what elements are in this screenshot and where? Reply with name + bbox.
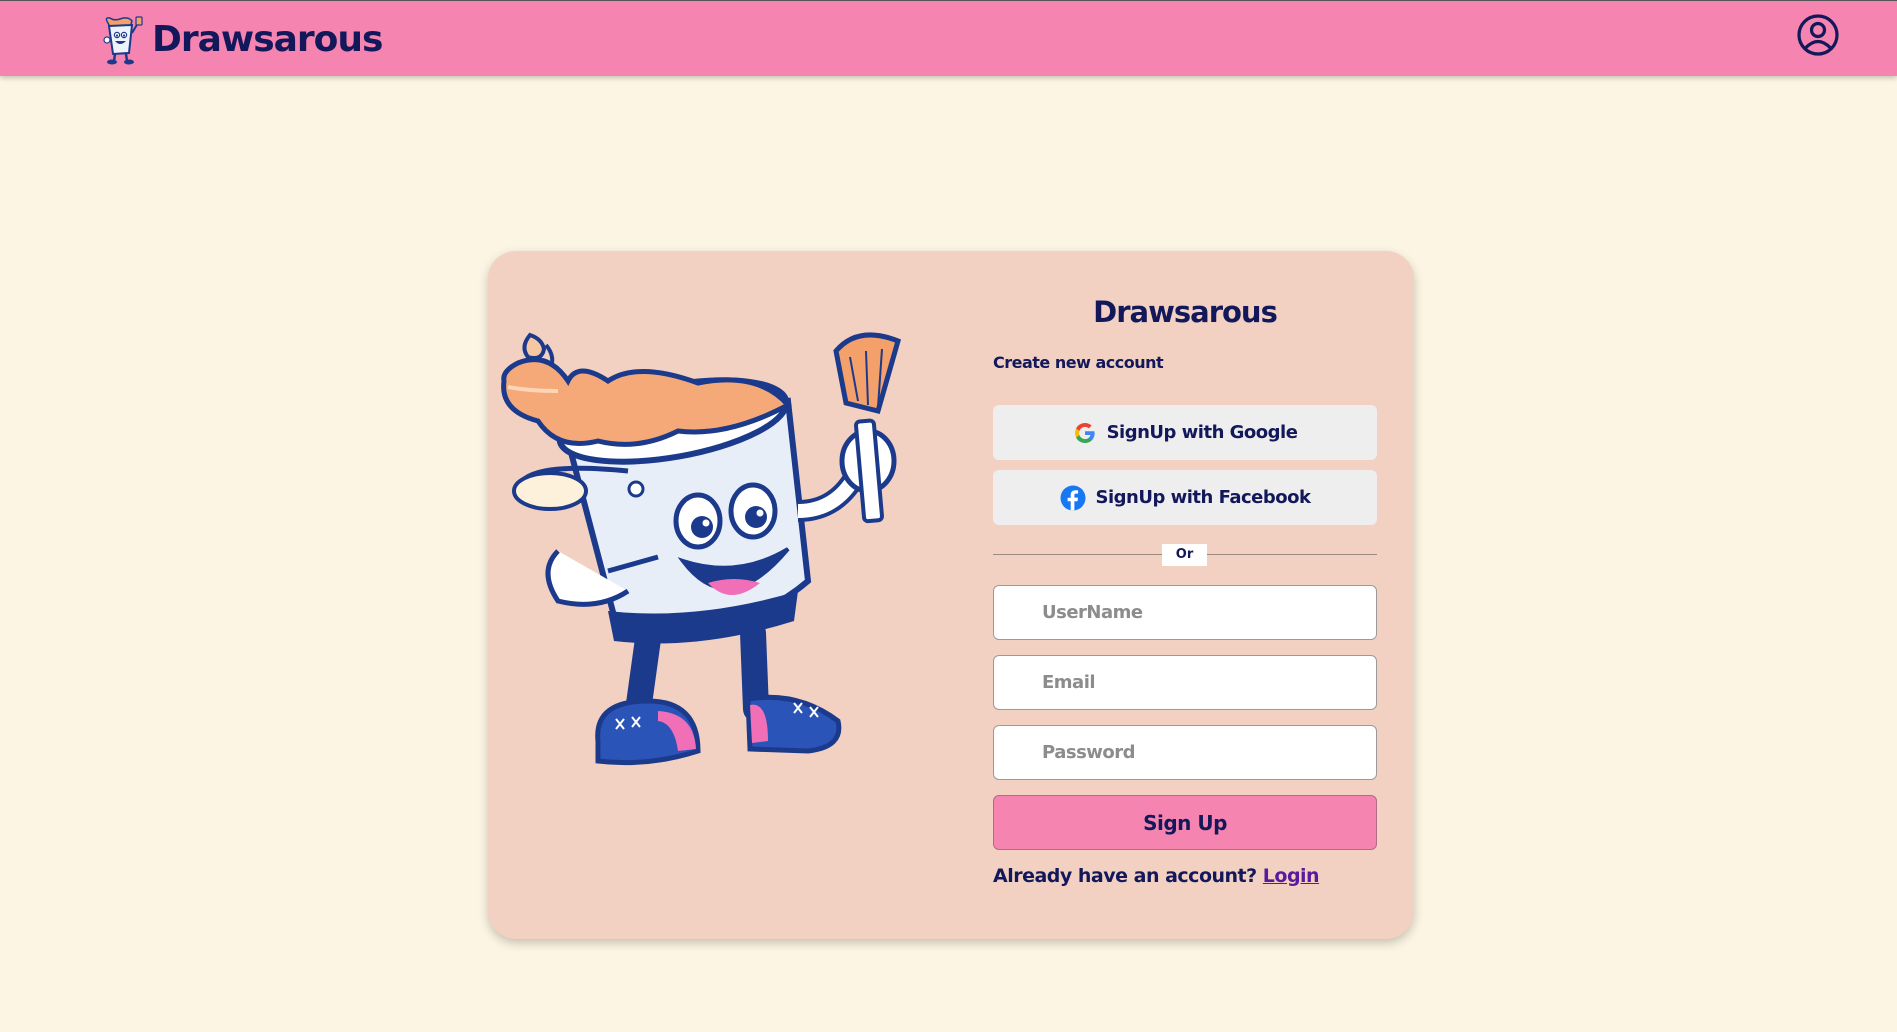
top-navbar: Drawsarous — [0, 0, 1897, 76]
login-prompt-row: Already have an account? Login — [993, 865, 1320, 887]
brand-name: Drawsarous — [152, 18, 383, 60]
signup-card: Drawsarous Create new account SignUp wit… — [488, 251, 1414, 939]
user-circle-icon — [1797, 14, 1839, 56]
signup-google-button[interactable]: SignUp with Google — [993, 405, 1377, 460]
facebook-icon — [1060, 485, 1086, 510]
paint-bucket-mascot-illustration — [501, 332, 902, 766]
google-button-label: SignUp with Google — [1106, 422, 1298, 443]
email-input[interactable] — [993, 655, 1377, 710]
username-input[interactable] — [993, 585, 1377, 640]
password-input[interactable] — [993, 725, 1377, 780]
brand[interactable]: Drawsarous — [98, 9, 383, 69]
paint-bucket-mascot-icon — [103, 16, 143, 65]
google-icon — [1074, 422, 1095, 443]
profile-button[interactable] — [1796, 13, 1840, 57]
signup-button[interactable]: Sign Up — [993, 795, 1377, 850]
login-link[interactable]: Login — [1263, 865, 1320, 887]
facebook-button-label: SignUp with Facebook — [1095, 487, 1311, 508]
signup-facebook-button[interactable]: SignUp with Facebook — [993, 470, 1377, 525]
divider-label: Or — [1162, 544, 1207, 566]
form-subtitle: Create new account — [993, 353, 1164, 372]
login-prompt-text: Already have an account? — [993, 865, 1257, 887]
form-title: Drawsarous — [1093, 295, 1278, 329]
